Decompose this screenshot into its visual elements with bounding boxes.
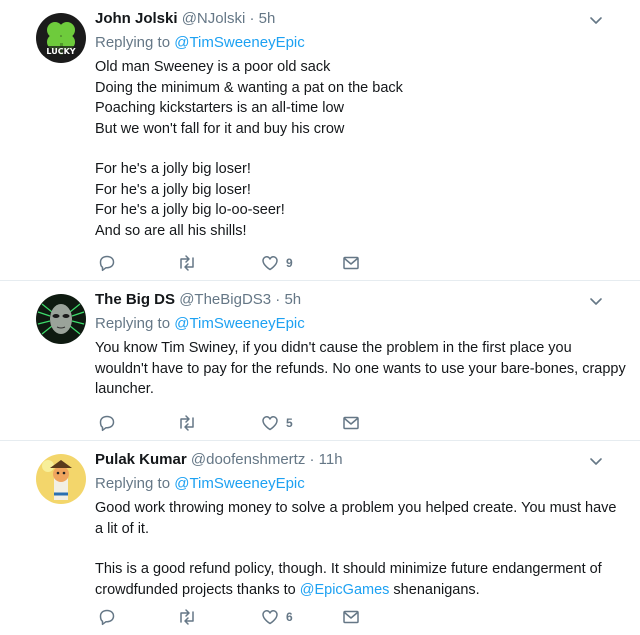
separator-dot: ·: [249, 10, 255, 27]
tweet-header: Pulak Kumar @doofenshmertz · 11h: [95, 451, 626, 469]
tweet-line: Poaching kickstarters is an all-time low: [95, 100, 345, 116]
heart-icon: [262, 256, 278, 271]
retweet-icon: [180, 415, 194, 431]
retweet-button[interactable]: [177, 412, 197, 434]
timestamp[interactable]: 5h: [259, 10, 276, 27]
avatar-text: LUCKY: [46, 47, 75, 56]
message-button[interactable]: [342, 606, 360, 628]
timestamp[interactable]: 11h: [319, 451, 343, 468]
tweet-paragraph: You know Tim Swiney, if you didn't cause…: [95, 340, 626, 397]
tweet-actions: 9: [98, 252, 378, 274]
author-name[interactable]: John Jolski: [95, 10, 178, 27]
author-handle[interactable]: @doofenshmertz: [191, 451, 305, 468]
retweet-icon: [180, 255, 194, 271]
timestamp[interactable]: 5h: [284, 291, 301, 308]
tweet-header: John Jolski @NJolski · 5h: [95, 10, 626, 28]
tweet-header: The Big DS @TheBigDS3 · 5h: [95, 291, 626, 309]
replying-label: Replying to: [95, 34, 171, 51]
tweet-line: But we won't fall for it and buy his cro…: [95, 120, 345, 137]
like-button[interactable]: 6: [261, 606, 293, 628]
replying-mention[interactable]: @TimSweeneyEpic: [174, 34, 305, 51]
chevron-down-icon[interactable]: [588, 12, 604, 28]
tweet-actions: 6: [98, 606, 378, 628]
reply-icon: [99, 255, 115, 272]
author-name[interactable]: Pulak Kumar: [95, 451, 187, 468]
tweet-text: Good work throwing money to solve a prob…: [95, 498, 626, 600]
retweet-button[interactable]: [177, 606, 197, 628]
separator-dot: ·: [309, 451, 315, 468]
like-count: 6: [286, 610, 293, 624]
heart-icon: [262, 610, 278, 625]
reply-button[interactable]: [98, 606, 116, 628]
tweet-paragraph: This is a good refund policy, though. It…: [95, 559, 626, 600]
tweet-line: For he's a jolly big lo-oo-seer!: [95, 202, 285, 218]
replying-to: Replying to @TimSweeneyEpic: [95, 474, 626, 494]
like-count: 5: [286, 416, 293, 430]
heart-icon: [262, 416, 278, 431]
tweet-paragraph: Old man Sweeney is a poor old sack Doing…: [95, 57, 626, 139]
tweet-line: And so are all his shills!: [95, 222, 247, 239]
replying-to: Replying to @TimSweeneyEpic: [95, 33, 626, 53]
like-button[interactable]: 5: [261, 412, 293, 434]
avatar[interactable]: [36, 294, 86, 344]
reply-icon: [99, 415, 115, 432]
tweet-line: For he's a jolly big loser!: [95, 181, 251, 198]
tweet[interactable]: LUCKY John Jolski @NJolski · 5h Replying…: [0, 0, 640, 281]
reply-button[interactable]: [98, 412, 116, 434]
replying-to: Replying to @TimSweeneyEpic: [95, 314, 626, 334]
replying-mention[interactable]: @TimSweeneyEpic: [174, 315, 305, 332]
like-button[interactable]: 9: [261, 252, 293, 274]
author-name[interactable]: The Big DS: [95, 291, 175, 308]
separator-dot: ·: [275, 291, 281, 308]
tweet-paragraph: Good work throwing money to solve a prob…: [95, 500, 617, 537]
tweet-text: You know Tim Swiney, if you didn't cause…: [95, 338, 626, 400]
reply-icon: [99, 609, 115, 626]
inline-mention[interactable]: @EpicGames: [300, 582, 390, 598]
tweet-line: Doing the minimum & wanting a pat on the…: [95, 79, 403, 96]
clover-avatar-icon: LUCKY: [36, 13, 86, 63]
message-button[interactable]: [342, 412, 360, 434]
envelope-icon: [343, 610, 359, 624]
chevron-down-icon[interactable]: [588, 293, 604, 309]
tweet-line: For he's a jolly big loser!: [95, 161, 251, 177]
replying-label: Replying to: [95, 315, 171, 332]
alien-face-avatar-icon: [36, 294, 86, 344]
avatar[interactable]: LUCKY: [36, 13, 86, 63]
replying-mention[interactable]: @TimSweeneyEpic: [174, 475, 305, 492]
cartoon-character-avatar-icon: [36, 454, 86, 504]
retweet-icon: [180, 609, 194, 625]
tweet-text-segment: shenanigans.: [389, 581, 480, 598]
replying-label: Replying to: [95, 475, 171, 492]
tweet-line: Old man Sweeney is a poor old sack: [95, 59, 331, 75]
message-button[interactable]: [342, 252, 360, 274]
tweet-text: Old man Sweeney is a poor old sack Doing…: [95, 57, 626, 241]
retweet-button[interactable]: [177, 252, 197, 274]
like-count: 9: [286, 256, 293, 270]
tweet[interactable]: The Big DS @TheBigDS3 · 5h Replying to @…: [0, 281, 640, 441]
tweet-actions: 5: [98, 412, 378, 434]
tweet[interactable]: Pulak Kumar @doofenshmertz · 11h Replyin…: [0, 441, 640, 635]
envelope-icon: [343, 256, 359, 270]
envelope-icon: [343, 416, 359, 430]
reply-button[interactable]: [98, 252, 116, 274]
author-handle[interactable]: @TheBigDS3: [179, 291, 271, 308]
tweet-paragraph: For he's a jolly big loser! For he's a j…: [95, 159, 626, 241]
chevron-down-icon[interactable]: [588, 453, 604, 469]
author-handle[interactable]: @NJolski: [182, 10, 246, 27]
avatar[interactable]: [36, 454, 86, 504]
